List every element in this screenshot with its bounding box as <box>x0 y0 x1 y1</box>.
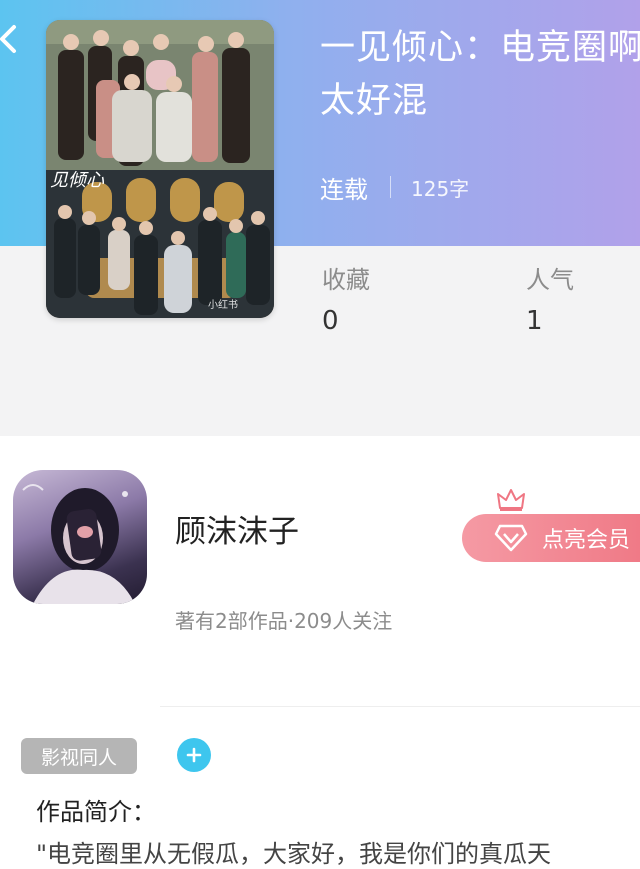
popularity-label: 人气 <box>526 266 574 294</box>
chevron-left-icon <box>0 25 16 53</box>
diamond-icon <box>494 524 528 552</box>
section-divider <box>160 706 640 707</box>
serial-status: 连载 <box>320 175 368 204</box>
status-divider <box>390 176 391 198</box>
intro-heading: 作品简介： <box>36 798 156 826</box>
back-button[interactable] <box>0 22 22 56</box>
popularity-value: 1 <box>526 306 543 336</box>
plus-icon <box>186 747 202 763</box>
vip-button[interactable]: 点亮会员 <box>462 514 640 562</box>
favorites-label: 收藏 <box>322 266 370 294</box>
add-tag-button[interactable] <box>177 738 211 772</box>
favorites-value: 0 <box>322 306 339 336</box>
avatar-illustration <box>22 484 135 604</box>
intro-text: "电竞圈里从无假瓜，大家好，我是你们的真瓜天 <box>36 840 552 868</box>
book-cover[interactable]: 见倾心 小红书 <box>46 20 274 318</box>
author-meta: 著有2部作品·209人关注 <box>175 609 393 633</box>
crown-icon <box>496 488 526 516</box>
word-count: 125字 <box>411 176 470 201</box>
popularity-stat: 人气 1 <box>526 263 574 341</box>
cover-calligraphy: 见倾心 <box>50 170 104 191</box>
cover-watermark: 小红书 <box>208 300 238 311</box>
author-name[interactable]: 顾沫沫子 <box>175 506 299 551</box>
book-title: 一见倾心：电竞圈啊太好混 <box>320 28 640 121</box>
tag-item[interactable]: 影视同人 <box>21 738 137 774</box>
vip-label: 点亮会员 <box>542 528 631 553</box>
favorites-stat[interactable]: 收藏 0 <box>322 263 370 341</box>
author-avatar[interactable] <box>13 470 147 604</box>
book-status-row: 连载 125字 <box>320 170 469 204</box>
